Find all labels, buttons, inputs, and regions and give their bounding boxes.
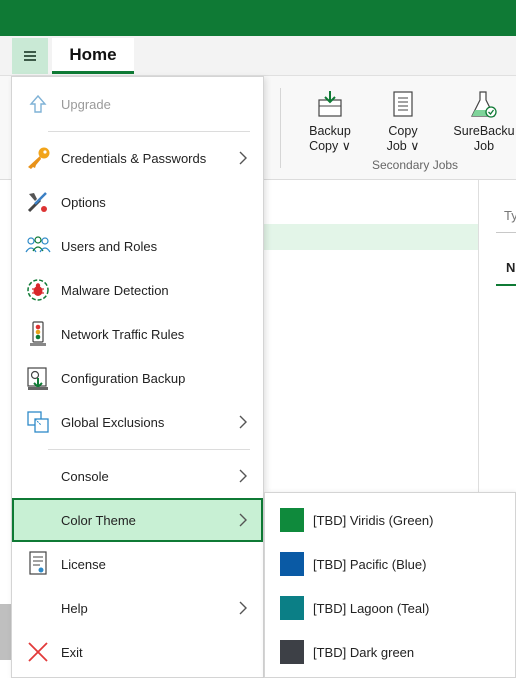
title-bar <box>0 0 516 36</box>
license-icon <box>24 551 52 576</box>
chevron-right-icon <box>239 151 247 165</box>
menu-item-console[interactable]: Console <box>12 454 263 498</box>
ribbon-tab-strip: Home <box>0 36 516 76</box>
copy-job-button[interactable]: Copy Job ∨ <box>378 90 428 154</box>
chevron-right-icon <box>239 601 247 615</box>
config-backup-icon <box>24 366 52 390</box>
hamburger-icon <box>24 52 36 60</box>
global-exclusions-icon <box>24 410 52 434</box>
tools-icon <box>24 190 52 214</box>
menu-label-users-roles: Users and Roles <box>61 238 158 254</box>
tab-home[interactable]: Home <box>52 38 134 74</box>
menu-item-upgrade[interactable]: Upgrade <box>12 82 263 126</box>
surebackup-flask-icon <box>471 91 497 118</box>
ribbon-divider <box>280 88 281 168</box>
menu-label-color-theme: Color Theme <box>61 512 136 528</box>
key-icon <box>24 146 52 170</box>
chevron-right-icon <box>239 415 247 429</box>
theme-option-dark-green[interactable]: [TBD] Dark green <box>265 630 515 674</box>
menu-item-users-roles[interactable]: Users and Roles <box>12 224 263 268</box>
menu-item-options[interactable]: Options <box>12 180 263 224</box>
menu-item-exit[interactable]: Exit <box>12 630 263 674</box>
chevron-down-icon: ∨ <box>410 139 420 153</box>
theme-label: [TBD] Viridis (Green) <box>313 512 434 528</box>
menu-label-options: Options <box>61 194 106 210</box>
menu-item-credentials[interactable]: Credentials & Passwords <box>12 136 263 180</box>
right-pane <box>478 180 516 492</box>
theme-label: [TBD] Dark green <box>313 644 415 660</box>
menu-item-network-traffic[interactable]: Network Traffic Rules <box>12 312 263 356</box>
menu-item-malware[interactable]: Malware Detection <box>12 268 263 312</box>
backup-copy-label-2: Copy ∨ <box>309 139 351 153</box>
selected-tree-row[interactable] <box>262 224 478 250</box>
menu-label-help: Help <box>61 600 88 616</box>
menu-label-credentials: Credentials & Passwords <box>61 150 207 166</box>
malware-bug-icon <box>24 278 52 302</box>
menu-label-console: Console <box>61 468 109 484</box>
type-filter-label: Ty <box>504 208 516 223</box>
surebackup-job-label-2: Job <box>473 139 495 153</box>
upgrade-arrow-icon <box>24 92 52 116</box>
exit-x-icon <box>24 640 52 664</box>
menu-label-license: License <box>61 556 106 572</box>
copy-job-label-2: Job ∨ <box>386 139 420 153</box>
chevron-down-icon: ∨ <box>341 139 351 153</box>
menu-item-color-theme[interactable]: Color Theme <box>12 498 263 542</box>
menu-label-global-exclusions: Global Exclusions <box>61 414 165 430</box>
menu-item-help[interactable]: Help <box>12 586 263 630</box>
surebackup-job-label-1: SureBacku <box>453 124 515 138</box>
theme-label: [TBD] Lagoon (Teal) <box>313 600 430 616</box>
theme-option-lagoon[interactable]: [TBD] Lagoon (Teal) <box>265 586 515 630</box>
color-swatch <box>280 596 304 620</box>
name-column-header[interactable]: N <box>506 260 515 275</box>
menu-separator <box>48 131 250 132</box>
copy-job-icon <box>393 91 413 117</box>
theme-option-pacific[interactable]: [TBD] Pacific (Blue) <box>265 542 515 586</box>
main-menu-button[interactable] <box>12 38 48 74</box>
menu-label-malware: Malware Detection <box>61 282 169 298</box>
chevron-right-icon <box>239 469 247 483</box>
surebackup-job-button[interactable]: SureBacku Job <box>452 90 516 154</box>
chevron-right-icon <box>239 513 247 527</box>
backup-copy-button[interactable]: Backup Copy ∨ <box>300 90 360 154</box>
theme-label: [TBD] Pacific (Blue) <box>313 556 427 572</box>
ribbon-group-label: Secondary Jobs <box>372 158 459 172</box>
main-menu: Upgrade Credentials & Passwords Options … <box>11 76 264 678</box>
color-swatch <box>280 552 304 576</box>
theme-option-viridis[interactable]: [TBD] Viridis (Green) <box>265 498 515 542</box>
menu-label-network-traffic: Network Traffic Rules <box>61 326 185 342</box>
color-swatch <box>280 508 304 532</box>
menu-separator <box>48 449 250 450</box>
menu-label-config-backup: Configuration Backup <box>61 370 186 386</box>
copy-job-label-1: Copy <box>388 124 418 138</box>
traffic-light-icon <box>24 321 52 346</box>
menu-item-global-exclusions[interactable]: Global Exclusions <box>12 400 263 444</box>
column-active-underline <box>496 284 516 286</box>
color-theme-submenu: [TBD] Viridis (Green) [TBD] Pacific (Blu… <box>264 492 516 678</box>
filter-underline <box>496 232 516 233</box>
menu-label-upgrade: Upgrade <box>61 96 111 112</box>
menu-label-exit: Exit <box>61 644 83 660</box>
menu-item-license[interactable]: License <box>12 542 263 586</box>
backup-copy-icon <box>318 91 342 117</box>
backup-copy-label-1: Backup <box>309 124 351 138</box>
users-icon <box>24 234 52 258</box>
color-swatch <box>280 640 304 664</box>
menu-item-config-backup[interactable]: Configuration Backup <box>12 356 263 400</box>
